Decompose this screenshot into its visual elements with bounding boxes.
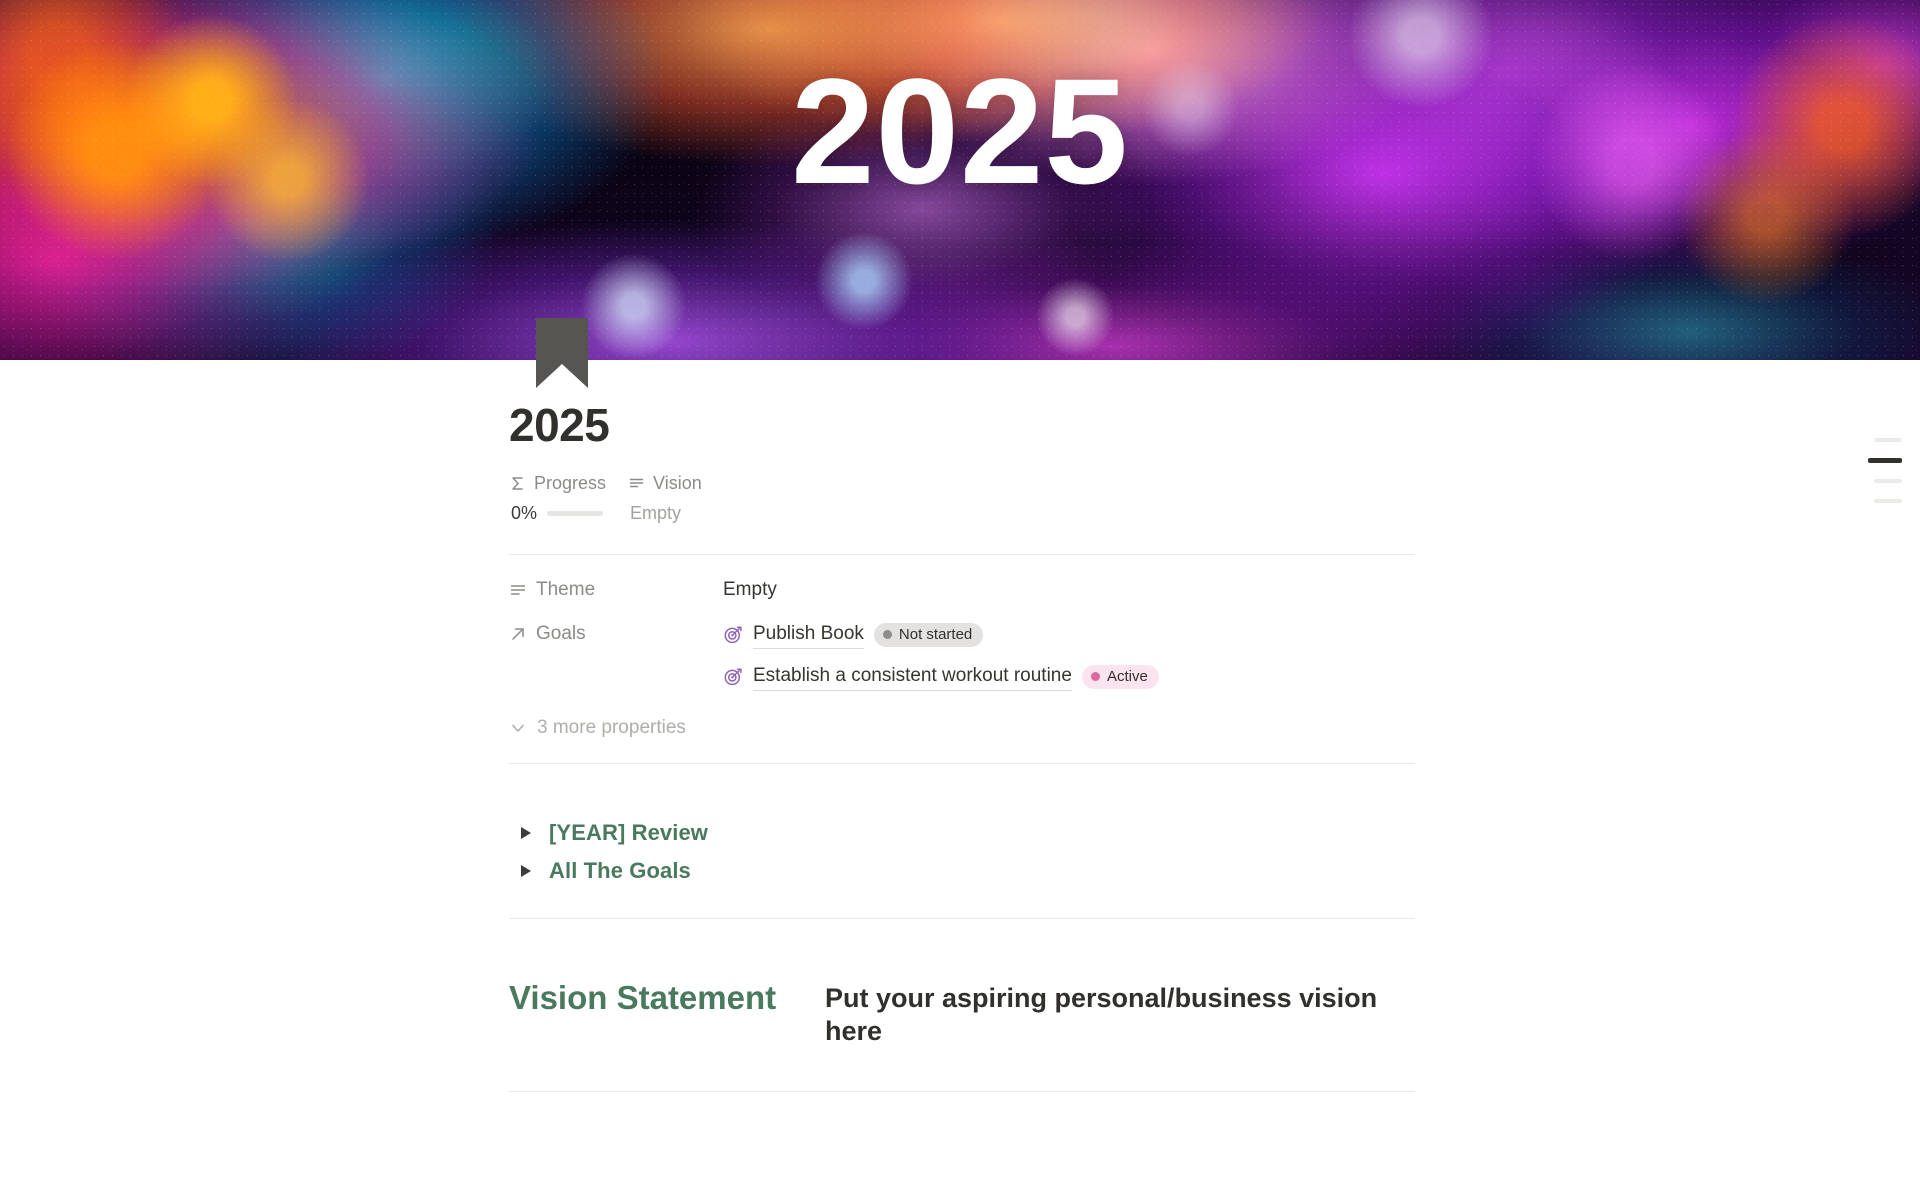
property-vision-label: Vision [653,472,702,493]
goal-name[interactable]: Publish Book [753,621,864,649]
property-goals-label: Goals [536,622,586,644]
status-badge-label: Not started [898,625,973,643]
toggle-block-all-the-goals[interactable]: All The Goals [509,854,1415,892]
status-dot-icon [882,630,892,640]
triangle-right-icon[interactable] [521,826,531,839]
text-lines-icon [628,475,645,492]
toc-marker[interactable] [1874,479,1902,483]
property-vision[interactable]: Vision Empty [628,473,702,524]
bookmark-icon[interactable] [536,318,588,388]
status-badge[interactable]: Active [1081,664,1159,689]
property-vision-value[interactable]: Empty [628,503,702,524]
page-content: 2025 Progress 0% Vision Empty Theme Empt… [509,400,1415,1093]
toggle-label[interactable]: [YEAR] Review [549,820,708,846]
toggle-label[interactable]: All The Goals [549,858,691,884]
toggle-block-year-review[interactable]: [YEAR] Review [509,816,1415,854]
more-properties-toggle[interactable]: 3 more properties [509,709,1415,757]
table-of-contents-rail[interactable] [1858,438,1902,503]
property-goals-value: Publish Book Not started Establish a con… [723,621,1415,691]
target-icon [723,667,743,687]
property-table: Theme Empty Goals Publish Book Not start… [509,555,1415,763]
divider-vision [509,1091,1415,1093]
vision-statement-heading[interactable]: Vision Statement [509,977,811,1050]
goal-relation-item[interactable]: Publish Book Not started [723,621,1415,649]
triangle-right-icon[interactable] [521,864,531,877]
property-row-goals: Goals Publish Book Not started Establish… [509,621,1415,691]
property-theme-label: Theme [536,578,596,600]
progress-bar [547,510,604,516]
property-progress-label: Progress [534,472,607,493]
goal-name[interactable]: Establish a consistent workout routine [753,663,1072,691]
goal-relation-item[interactable]: Establish a consistent workout routine A… [723,663,1415,691]
text-lines-icon [509,581,527,599]
property-goals-label-cell[interactable]: Goals [509,621,723,647]
status-badge[interactable]: Not started [873,622,984,647]
vision-statement-body[interactable]: Put your aspiring personal/business visi… [825,977,1415,1050]
property-vision-header: Vision [628,473,702,494]
property-theme-value[interactable]: Empty [723,577,1415,603]
more-properties-label: 3 more properties [537,716,686,738]
notion-page: 2025 2025 Progress 0% Vision Empty Theme… [0,0,1920,1199]
arrow-up-right-icon [509,625,527,643]
status-dot-icon [1090,672,1100,682]
toggle-blocks: [YEAR] Review All The Goals [509,764,1415,918]
chevron-down-icon [509,719,527,737]
property-progress-header: Progress [509,473,606,494]
property-progress-value: 0% [509,503,606,524]
toc-marker-active[interactable] [1868,458,1902,463]
toc-marker[interactable] [1874,499,1902,503]
page-title[interactable]: 2025 [509,400,1415,451]
vision-statement-section: Vision Statement Put your aspiring perso… [509,919,1415,1092]
property-theme-label-cell[interactable]: Theme [509,577,723,603]
target-icon [723,625,743,645]
page-cover[interactable]: 2025 [0,0,1920,360]
property-progress[interactable]: Progress 0% [509,473,606,524]
status-badge-label: Active [1106,667,1148,685]
cover-year-text: 2025 [791,47,1129,215]
toc-marker[interactable] [1874,438,1902,442]
inline-properties: Progress 0% Vision Empty [509,473,1415,524]
sigma-icon [509,475,526,492]
property-row-theme: Theme Empty [509,577,1415,603]
progress-percent-text: 0% [511,502,538,523]
